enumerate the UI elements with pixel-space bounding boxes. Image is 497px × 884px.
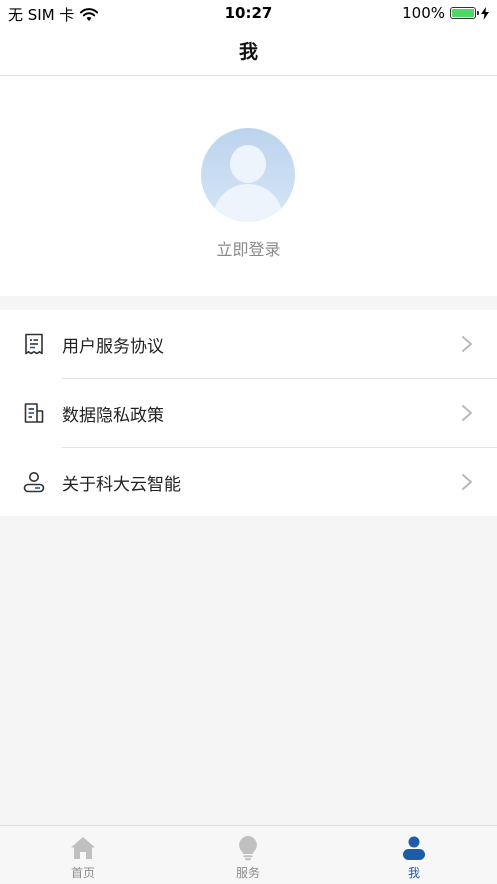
user-info-icon	[23, 472, 45, 493]
login-link[interactable]: 立即登录	[0, 236, 497, 260]
avatar[interactable]	[201, 128, 295, 222]
battery-level	[452, 9, 474, 17]
tab-label: 服务	[235, 866, 260, 880]
menu-item-user-agreement[interactable]: 用户服务协议	[0, 310, 497, 378]
lightbulb-icon	[239, 836, 257, 861]
avatar-body-shape	[213, 184, 283, 222]
tab-home[interactable]: 首页	[23, 826, 143, 884]
tab-services[interactable]: 服务	[188, 826, 308, 884]
chevron-right-icon	[462, 474, 472, 490]
menu-item-label: 数据隐私政策	[62, 405, 164, 426]
nav-bar: 我	[0, 26, 497, 76]
home-icon	[71, 837, 95, 859]
status-bar: 无 SIM 卡 10:27 100%	[0, 0, 497, 26]
battery-icon	[450, 7, 479, 19]
chevron-right-icon	[462, 405, 472, 421]
avatar-head-shape	[230, 145, 266, 183]
tab-me[interactable]: 我	[354, 826, 474, 884]
tab-label: 首页	[70, 866, 95, 880]
battery-percent: 100%	[402, 4, 445, 22]
privacy-document-icon	[24, 403, 44, 423]
settings-menu: 用户服务协议 数据隐私政策 关于科大云智能	[0, 310, 497, 516]
charging-bolt-icon	[481, 6, 489, 20]
menu-item-about[interactable]: 关于科大云智能	[0, 448, 497, 516]
menu-item-label: 用户服务协议	[62, 336, 164, 357]
chevron-right-icon	[462, 336, 472, 352]
menu-item-label: 关于科大云智能	[62, 474, 181, 495]
tab-label: 我	[407, 866, 420, 880]
page-title: 我	[238, 41, 258, 63]
menu-item-privacy-policy[interactable]: 数据隐私政策	[0, 379, 497, 447]
profile-section: 立即登录	[0, 76, 497, 296]
tab-bar: 首页 服务 我	[0, 825, 497, 883]
status-right: 100%	[402, 4, 489, 22]
person-icon	[403, 836, 425, 860]
document-icon	[25, 333, 43, 355]
